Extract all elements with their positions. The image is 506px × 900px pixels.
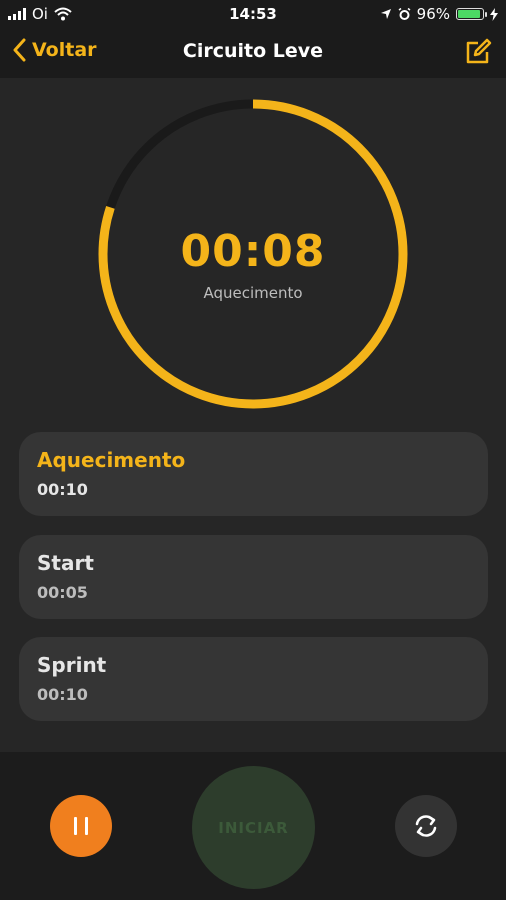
page-title: Circuito Leve xyxy=(182,40,324,62)
pause-icon xyxy=(74,817,88,835)
interval-duration: 00:05 xyxy=(37,583,88,602)
battery-percent: 96% xyxy=(416,5,450,23)
edit-button[interactable] xyxy=(464,38,492,70)
timer-ring: 00:08 Aquecimento xyxy=(97,98,409,410)
interval-name: Start xyxy=(37,551,94,575)
interval-duration: 00:10 xyxy=(37,685,88,704)
alarm-icon xyxy=(398,7,411,20)
pause-button[interactable] xyxy=(50,795,112,857)
start-button[interactable]: INICIAR xyxy=(192,766,315,889)
interval-name: Sprint xyxy=(37,653,107,677)
interval-item[interactable]: Aquecimento 00:10 xyxy=(19,432,488,516)
refresh-icon xyxy=(415,815,437,837)
charging-icon xyxy=(490,7,498,21)
start-label: INICIAR xyxy=(218,818,289,837)
timer-display: 00:08 xyxy=(180,226,326,277)
nav-bar: Voltar Circuito Leve xyxy=(0,28,506,78)
controls-bar: INICIAR xyxy=(0,752,506,900)
status-bar: Oi 14:53 96% xyxy=(0,0,506,28)
edit-icon xyxy=(466,38,492,64)
interval-name: Aquecimento xyxy=(37,448,186,472)
interval-item[interactable]: Start 00:05 xyxy=(19,535,488,619)
reset-button[interactable] xyxy=(395,795,457,857)
current-phase-label: Aquecimento xyxy=(203,284,303,302)
interval-duration: 00:10 xyxy=(37,480,88,499)
location-icon xyxy=(380,9,391,19)
interval-item[interactable]: Sprint 00:10 xyxy=(19,637,488,721)
battery-icon xyxy=(456,8,487,20)
